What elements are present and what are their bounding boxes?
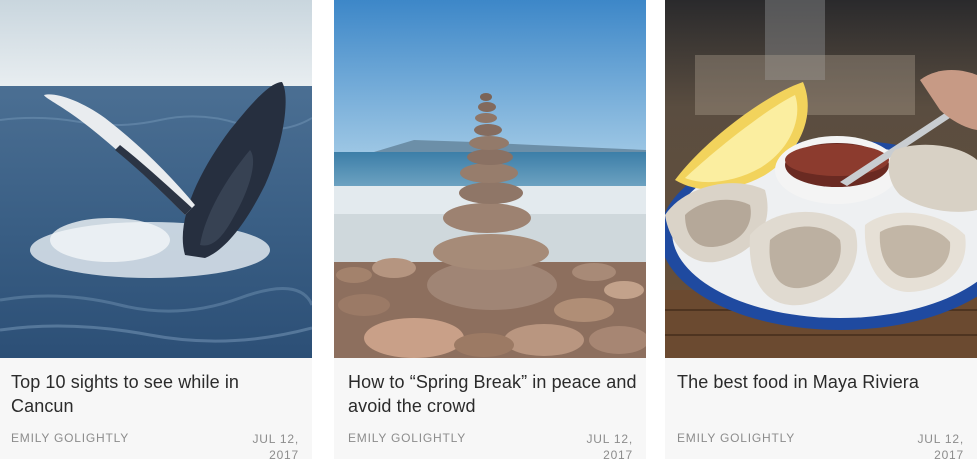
article-date: JUL 12, 2017: [917, 432, 964, 459]
article-title[interactable]: Top 10 sights to see while in Cancun: [11, 370, 301, 418]
article-card-spring-break[interactable]: How to “Spring Break” in peace and avoid…: [334, 0, 646, 459]
article-card-cancun[interactable]: Top 10 sights to see while in Cancun EMI…: [0, 0, 312, 459]
article-title[interactable]: The best food in Maya Riviera: [677, 370, 967, 394]
oysters-plate-photo[interactable]: [665, 0, 977, 358]
whale-breaching-photo[interactable]: [0, 0, 312, 358]
stacked-stones-beach-photo[interactable]: [334, 0, 646, 358]
article-author: EMILY GOLIGHTLY: [11, 431, 130, 445]
article-title[interactable]: How to “Spring Break” in peace and avoid…: [348, 370, 638, 418]
article-date: JUL 12, 2017: [252, 432, 299, 459]
article-card-maya-riviera[interactable]: The best food in Maya Riviera EMILY GOLI…: [665, 0, 977, 459]
article-card-grid: Top 10 sights to see while in Cancun EMI…: [0, 0, 977, 459]
article-author: EMILY GOLIGHTLY: [677, 431, 796, 445]
article-date: JUL 12, 2017: [586, 432, 633, 459]
article-author: EMILY GOLIGHTLY: [348, 431, 467, 445]
